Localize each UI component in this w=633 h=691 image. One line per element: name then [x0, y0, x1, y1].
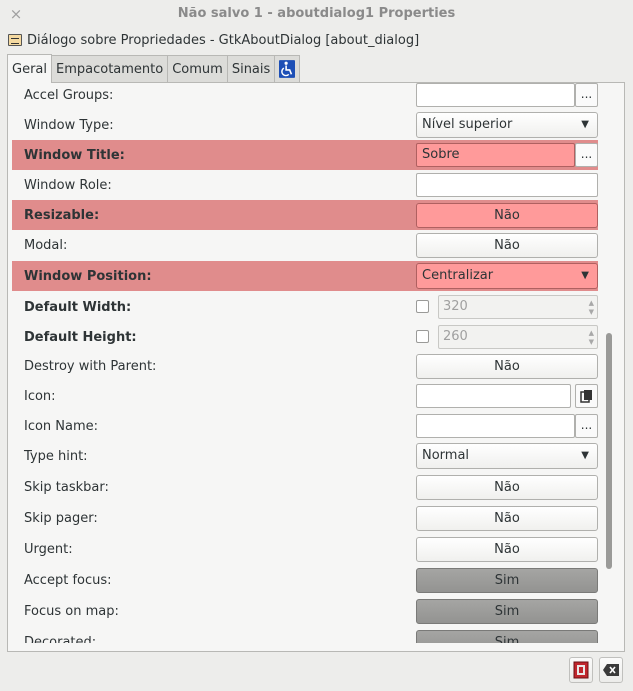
property-label: Skip pager:: [24, 510, 98, 526]
property-row: Window Title: Sobre...: [12, 140, 598, 170]
property-label: Modal:: [24, 237, 68, 253]
property-label: Window Role:: [24, 177, 112, 193]
edit-dialog-button[interactable]: ...: [575, 143, 598, 167]
property-combo[interactable]: Centralizar ▼: [416, 263, 598, 289]
enable-checkbox[interactable]: [416, 300, 429, 313]
property-row: Accel Groups:...: [12, 83, 598, 110]
vertical-scrollbar[interactable]: [606, 333, 612, 569]
property-toggle[interactable]: Não: [416, 353, 598, 379]
property-entry[interactable]: [416, 384, 571, 408]
property-label: Urgent:: [24, 541, 73, 557]
property-combo[interactable]: Normal ▼: [416, 443, 598, 469]
devhelp-button[interactable]: [569, 657, 593, 683]
property-row: Type hint: Normal ▼: [12, 441, 598, 471]
chevron-down-icon: ▼: [581, 450, 589, 461]
property-entry[interactable]: [416, 83, 575, 107]
property-label: Destroy with Parent:: [24, 358, 157, 374]
property-label: Decorated:: [24, 634, 97, 644]
property-label: Icon Name:: [24, 418, 99, 434]
tab-label: Comum: [172, 61, 223, 77]
spin-value: 260: [443, 329, 468, 344]
tab-accessibility[interactable]: [274, 55, 301, 82]
property-toggle[interactable]: Sim: [416, 598, 598, 624]
spin-button[interactable]: 320 ▲ ▼: [438, 295, 598, 319]
property-entry[interactable]: [416, 414, 575, 438]
property-label: Accel Groups:: [24, 87, 114, 103]
spin-down-icon[interactable]: ▼: [589, 308, 594, 316]
spin-up-icon[interactable]: ▲: [589, 329, 594, 337]
property-label: Default Height:: [24, 329, 137, 345]
property-row: Default Height: 260 ▲ ▼: [12, 322, 598, 352]
tab-empacotamento[interactable]: Empacotamento: [51, 55, 169, 82]
spin-up-icon[interactable]: ▲: [589, 299, 594, 307]
property-row: Resizable: Não: [12, 200, 598, 230]
spin-value: 320: [443, 299, 468, 314]
property-row: Default Width: 320 ▲ ▼: [12, 292, 598, 322]
tab-label: Geral: [12, 61, 47, 77]
property-label: Skip taskbar:: [24, 479, 109, 495]
property-toggle[interactable]: Sim: [416, 567, 598, 593]
property-row: Focus on map: Sim: [12, 596, 598, 626]
devhelp-icon: [573, 661, 589, 679]
property-entry[interactable]: [416, 173, 598, 197]
tab-sinais[interactable]: Sinais: [226, 55, 276, 82]
property-label: Window Position:: [24, 268, 152, 284]
property-row: Decorated: Sim: [12, 627, 598, 643]
property-combo[interactable]: Nível superior ▼: [416, 112, 598, 138]
property-label: Default Width:: [24, 299, 132, 315]
spin-down-icon[interactable]: ▼: [589, 338, 594, 346]
properties-scroll-area[interactable]: Accel Groups:... Window Type: Nível superi…: [8, 83, 604, 643]
property-label: Focus on map:: [24, 603, 119, 619]
property-label: Window Title:: [24, 147, 125, 163]
tab-bar: Geral Empacotamento Comum Sinais: [7, 54, 301, 83]
property-row: Icon:: [12, 381, 598, 411]
property-row: Icon Name:...: [12, 411, 598, 441]
property-row: Skip pager: Não: [12, 503, 598, 533]
select-icon-button[interactable]: [575, 384, 598, 408]
property-label: Window Type:: [24, 117, 114, 133]
property-toggle[interactable]: Sim: [416, 629, 598, 643]
property-row: Modal: Não: [12, 230, 598, 260]
property-label: Resizable:: [24, 207, 100, 223]
dialog-widget-icon: [8, 34, 22, 46]
edit-dialog-button[interactable]: ...: [575, 83, 598, 107]
chevron-down-icon: ▼: [581, 119, 589, 130]
enable-checkbox[interactable]: [416, 330, 429, 343]
tab-comum[interactable]: Comum: [167, 55, 228, 82]
combo-value: Centralizar: [422, 268, 494, 283]
property-row: Window Position: Centralizar ▼: [12, 261, 598, 291]
tab-geral[interactable]: Geral: [7, 54, 52, 83]
property-label: Icon:: [24, 388, 56, 404]
editor-header-text: Diálogo sobre Propriedades - GtkAboutDia…: [27, 32, 420, 48]
chevron-down-icon: ▼: [581, 270, 589, 281]
edit-dialog-button[interactable]: ...: [575, 414, 598, 438]
accessibility-icon: [279, 60, 296, 78]
property-toggle[interactable]: Não: [416, 232, 598, 258]
property-row: Accept focus: Sim: [12, 565, 598, 595]
spin-button[interactable]: 260 ▲ ▼: [438, 325, 598, 349]
clear-button[interactable]: [599, 657, 623, 683]
property-toggle[interactable]: Não: [416, 505, 598, 531]
property-toggle[interactable]: Não: [416, 202, 598, 228]
combo-value: Nível superior: [422, 117, 513, 132]
tab-label: Empacotamento: [56, 61, 164, 77]
property-label: Type hint:: [24, 448, 88, 464]
copy-icon: [579, 390, 592, 403]
property-label: Accept focus:: [24, 572, 112, 588]
clear-icon: [603, 664, 619, 676]
tab-label: Sinais: [231, 61, 271, 77]
property-row: Urgent: Não: [12, 534, 598, 564]
property-toggle[interactable]: Não: [416, 536, 598, 562]
combo-value: Normal: [422, 448, 470, 463]
property-toggle[interactable]: Não: [416, 474, 598, 500]
property-entry[interactable]: Sobre: [416, 143, 575, 167]
window-title: Não salvo 1 - aboutdialog1 Properties: [177, 6, 456, 21]
property-row: Window Role:: [12, 170, 598, 200]
editor-header: Diálogo sobre Propriedades - GtkAboutDia…: [8, 30, 608, 50]
property-row: Destroy with Parent: Não: [12, 351, 598, 381]
property-row: Skip taskbar: Não: [12, 472, 598, 502]
titlebar: × Não salvo 1 - aboutdialog1 Properties: [0, 0, 633, 28]
property-row: Window Type: Nível superior ▼: [12, 110, 598, 140]
